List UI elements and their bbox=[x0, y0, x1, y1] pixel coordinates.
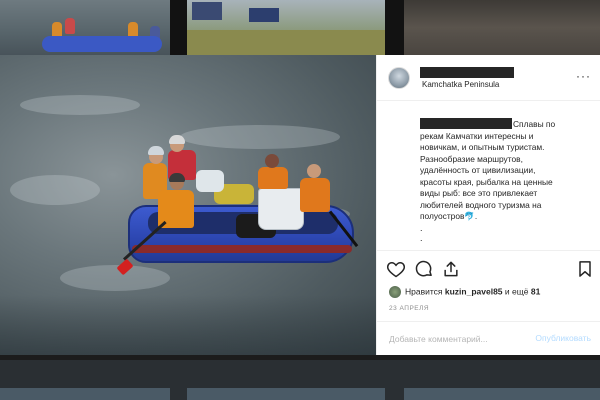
water-wave bbox=[180, 125, 340, 149]
caption-line: рекам Камчатки интересны и bbox=[420, 130, 534, 141]
comment-icon[interactable] bbox=[414, 259, 436, 281]
thumbnail-field bbox=[187, 30, 385, 55]
person-lifejacket bbox=[258, 167, 288, 189]
publish-button[interactable]: Опубликовать bbox=[535, 333, 591, 343]
post-caption: Сплавы по рекам Камчатки интересны и нов… bbox=[420, 119, 590, 243]
water-wave bbox=[20, 95, 140, 115]
grid-thumbnail-landscape[interactable] bbox=[187, 0, 385, 55]
caption-line: любителей водного туризма на bbox=[420, 199, 542, 210]
caption-line: удалённость от цивилизации, bbox=[420, 165, 536, 175]
white-barrel bbox=[258, 188, 304, 230]
grid-thumbnail-strip[interactable] bbox=[187, 388, 385, 400]
grid-thumbnail-rafting-group[interactable] bbox=[0, 0, 170, 55]
grid-row-bottom bbox=[0, 360, 600, 400]
divider bbox=[377, 321, 600, 322]
likes-count[interactable]: 81 bbox=[531, 286, 540, 296]
water-wave bbox=[10, 175, 100, 205]
grid-thumbnail-dark[interactable] bbox=[404, 0, 600, 55]
thumbnail-building bbox=[249, 8, 279, 22]
person-helmet bbox=[169, 135, 185, 144]
more-options-icon[interactable]: ··· bbox=[576, 69, 591, 83]
caption-dot: . bbox=[420, 232, 423, 243]
person-head bbox=[265, 154, 279, 168]
avatar[interactable] bbox=[388, 67, 410, 89]
raft-stripe bbox=[132, 245, 352, 253]
grid-gap bbox=[385, 0, 404, 55]
liker-avatar[interactable] bbox=[389, 286, 401, 298]
thumbnail-figure bbox=[65, 18, 75, 34]
likes-summary: Нравится kuzin_pavel85 и ещё 81 bbox=[389, 286, 599, 300]
grid-thumbnail-strip[interactable] bbox=[404, 388, 600, 400]
white-bag bbox=[196, 170, 224, 192]
redacted-username[interactable] bbox=[420, 67, 514, 78]
caption-line: новичкам, и опытным туристам. bbox=[420, 142, 545, 152]
person-head bbox=[307, 164, 321, 178]
caption-line: виды рыб: все это привлекает bbox=[420, 188, 538, 198]
thumbnail-building bbox=[192, 2, 222, 20]
grid-gap bbox=[170, 0, 187, 55]
caption-line: Сплавы по bbox=[513, 119, 556, 129]
caption-line: красоты края, рыбалка на ценные bbox=[420, 176, 553, 187]
liker-username[interactable]: kuzin_pavel85 bbox=[445, 286, 503, 296]
post-location[interactable]: Kamchatka Peninsula bbox=[422, 80, 499, 89]
person-cap bbox=[169, 173, 185, 182]
caption-dot: . bbox=[420, 222, 423, 233]
caption-line: полуостров🐬. bbox=[420, 211, 478, 221]
heart-icon[interactable] bbox=[386, 259, 408, 281]
grid-thumbnail-strip[interactable] bbox=[0, 388, 170, 400]
person-helmet bbox=[148, 146, 164, 155]
post-panel: Kamchatka Peninsula ··· Сплавы по рекам … bbox=[376, 55, 600, 355]
likes-suffix: и ещё bbox=[504, 286, 529, 297]
water-wave bbox=[60, 265, 170, 291]
action-bar bbox=[377, 259, 600, 281]
share-icon[interactable] bbox=[441, 259, 463, 281]
likes-prefix: Нравится bbox=[405, 286, 443, 297]
post-date[interactable]: 23 АПРЕЛЯ bbox=[389, 305, 429, 312]
divider bbox=[377, 250, 600, 251]
thumbnail-raft bbox=[42, 36, 162, 52]
comment-input[interactable] bbox=[389, 331, 529, 347]
caption-line: Разнообразие маршрутов, bbox=[420, 153, 523, 164]
bookmark-icon[interactable] bbox=[575, 259, 597, 281]
photo-shadow bbox=[0, 295, 376, 355]
post-header: Kamchatka Peninsula ··· bbox=[377, 55, 600, 101]
person-lifejacket bbox=[300, 178, 330, 212]
